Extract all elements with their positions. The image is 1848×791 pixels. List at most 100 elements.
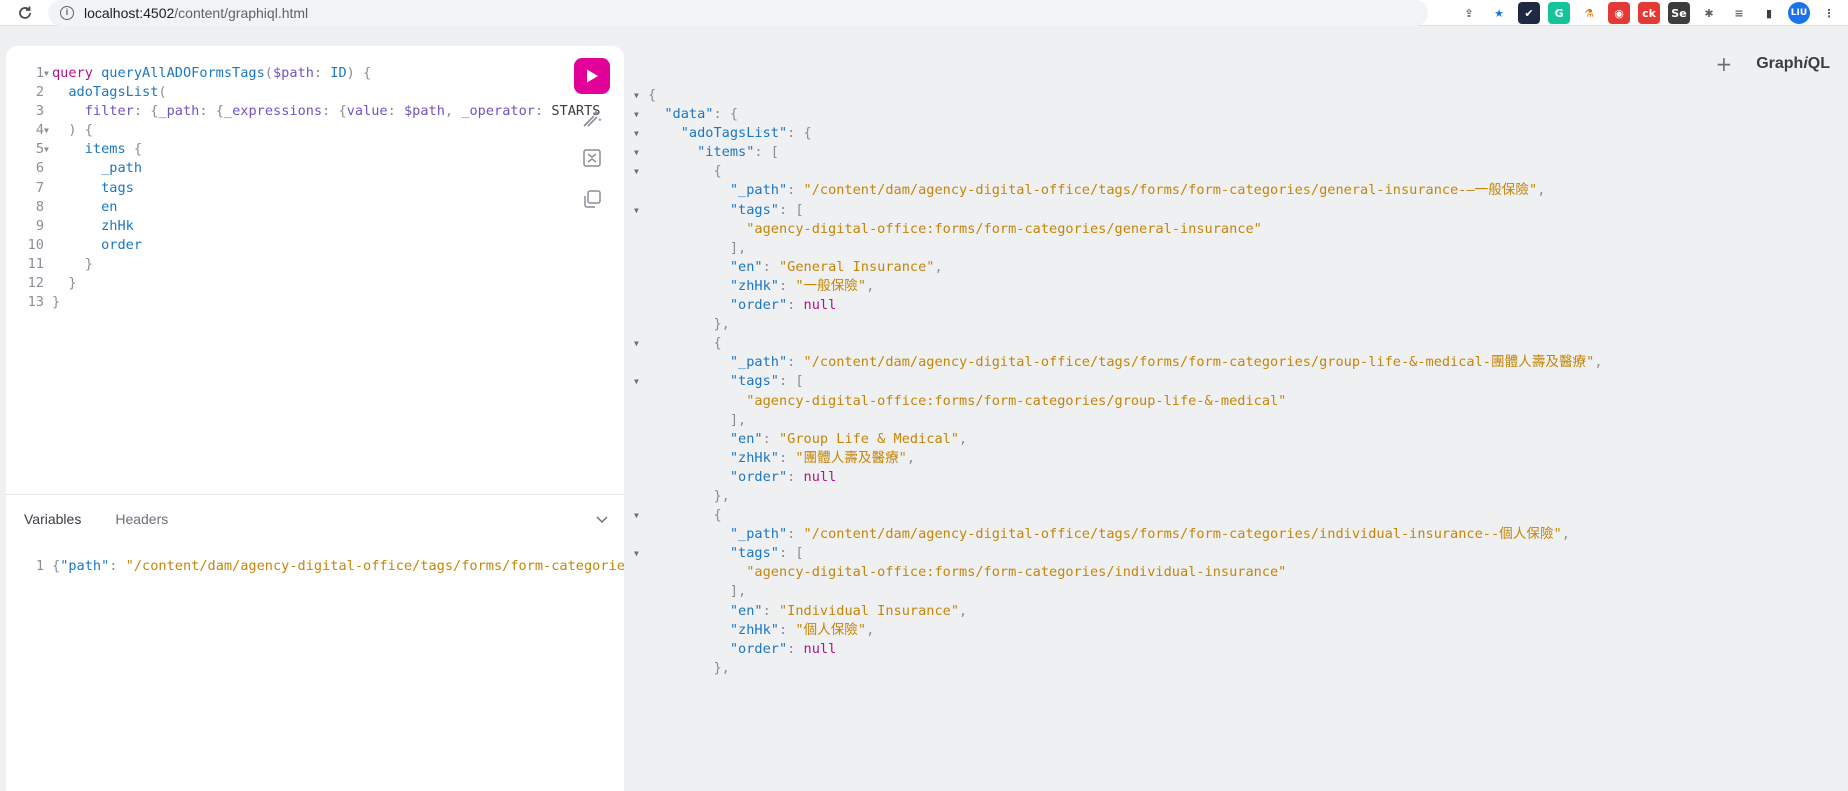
bookmark-star-icon[interactable]: ★ [1488, 2, 1510, 24]
code-token: }, [713, 316, 730, 333]
fold-toggle-icon[interactable]: ▼ [634, 372, 639, 391]
code-token: null [803, 640, 837, 657]
code-token: $path [272, 65, 314, 81]
code-token: items [84, 141, 126, 158]
line-number: 1 [35, 65, 44, 81]
code-token: } [84, 255, 93, 272]
tab-variables[interactable]: Variables [24, 511, 81, 527]
prettify-button[interactable] [580, 106, 604, 130]
fold-toggle-icon[interactable]: ▼ [634, 544, 639, 563]
tab-headers[interactable]: Headers [115, 511, 168, 527]
code-token: query [52, 65, 93, 81]
merge-fragments-button[interactable] [580, 146, 604, 170]
ext-ck-icon[interactable]: ck [1638, 2, 1660, 24]
fold-toggle-icon[interactable]: ▼ [634, 506, 639, 525]
reload-icon[interactable] [14, 2, 36, 24]
line-content: "zhHk": "團體人壽及醫療", [648, 449, 915, 468]
code-token: } [52, 294, 61, 311]
code-token: : [762, 430, 771, 447]
line-content: "agency-digital-office:forms/form-catego… [648, 392, 1286, 411]
copy-query-button[interactable] [580, 187, 604, 211]
merge-icon [583, 149, 601, 167]
fold-toggle-icon[interactable]: ▼ [634, 124, 639, 143]
chevron-down-icon[interactable] [594, 511, 610, 527]
add-tab-button[interactable]: + [1715, 52, 1732, 76]
line-content: "agency-digital-office:forms/form-catego… [648, 220, 1262, 239]
code-token: "tags" [729, 201, 779, 218]
line-content: tags [52, 179, 134, 198]
media-icon[interactable]: ≡ [1728, 2, 1750, 24]
line-content: ], [648, 411, 746, 430]
code-token: }, [713, 487, 730, 504]
extensions-puzzle-icon[interactable]: ✱ [1698, 2, 1720, 24]
code-token: "/content/dam/agency-digital-office/tags… [803, 526, 1562, 543]
address-bar[interactable]: i localhost:4502/content/graphiql.html [48, 0, 1428, 26]
line-content: "_path": "/content/dam/agency-digital-of… [648, 353, 1603, 372]
code-token: "Individual Insurance" [778, 602, 960, 619]
line-number: 6 [35, 160, 44, 177]
execute-query-button[interactable] [574, 58, 610, 94]
line-content: "agency-digital-office:forms/form-catego… [648, 563, 1286, 582]
copy-icon [584, 190, 601, 208]
fold-toggle-icon[interactable]: ▼ [634, 86, 639, 105]
more-menu-icon[interactable]: ⋮ [1818, 2, 1840, 24]
site-info-icon[interactable]: i [60, 5, 74, 20]
line-content: { [648, 162, 721, 181]
line-content: "order": null [648, 468, 836, 487]
fold-toggle-icon[interactable]: ▼ [634, 201, 639, 220]
line-content: "data": { [648, 105, 738, 124]
sidepanel-icon[interactable]: ▮ [1758, 2, 1780, 24]
fold-toggle-icon[interactable]: ▼ [44, 121, 49, 140]
profile-avatar-icon[interactable]: LIU [1788, 2, 1810, 24]
code-token: , [1537, 182, 1546, 199]
code-token: : [778, 621, 788, 638]
fold-toggle-icon[interactable]: ▼ [44, 140, 49, 159]
line-content: { [648, 506, 721, 525]
fold-toggle-icon[interactable]: ▼ [44, 64, 49, 83]
line-content: "order": null [648, 296, 836, 315]
fold-toggle-icon[interactable]: ▼ [634, 162, 639, 181]
ext-grammarly-icon[interactable]: G [1548, 2, 1570, 24]
variables-editor[interactable]: 1 {"path": "/content/dam/agency-digital-o… [6, 557, 624, 576]
code-token: filter [84, 103, 134, 120]
url-text: localhost:4502/content/graphiql.html [84, 5, 308, 21]
code-token: "zhHk" [729, 277, 779, 294]
code-token: value [346, 103, 388, 120]
line-number: 1 [35, 558, 44, 574]
brand-bar: + GraphiQL [1715, 52, 1830, 76]
line-number: 9 [35, 217, 44, 234]
share-icon[interactable]: ⇪ [1458, 2, 1480, 24]
code-token: { [52, 558, 61, 574]
line-content: }, [648, 487, 730, 506]
code-token: "tags" [729, 373, 779, 390]
ext-flask-icon[interactable]: ⚗ [1578, 2, 1600, 24]
line-content: "order": null [648, 640, 836, 659]
browser-toolbar: i localhost:4502/content/graphiql.html ⇪… [0, 0, 1848, 26]
ext-red-icon[interactable]: ◉ [1608, 2, 1630, 24]
code-token: "tags" [729, 545, 779, 562]
fold-toggle-icon[interactable]: ▼ [634, 105, 639, 124]
ext-se-icon[interactable]: Se [1668, 2, 1690, 24]
code-token: ], [729, 239, 747, 256]
fold-toggle-icon[interactable]: ▼ [634, 143, 639, 162]
fold-toggle-icon[interactable]: ▼ [634, 334, 639, 353]
ext-check-icon[interactable]: ✔ [1518, 2, 1540, 24]
